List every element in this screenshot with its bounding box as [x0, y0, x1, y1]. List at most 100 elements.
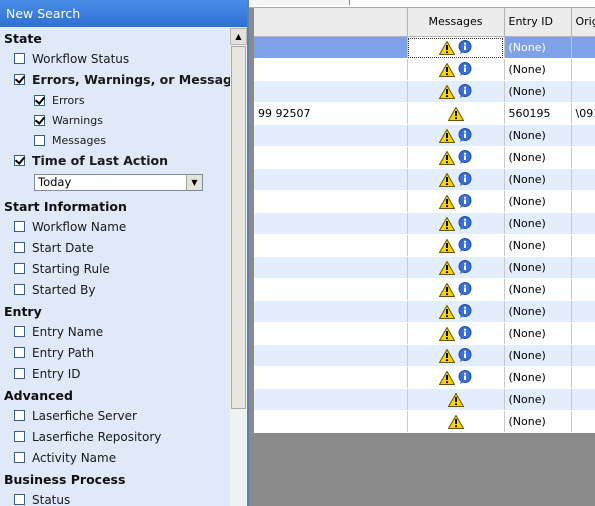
table-row[interactable]: (None) — [254, 410, 595, 433]
cell-orig — [571, 58, 595, 81]
time-range-select[interactable]: Today ▼ — [34, 174, 203, 191]
table-row[interactable]: (None) — [254, 300, 595, 323]
column-header-messages[interactable]: Messages — [407, 8, 505, 37]
table-row[interactable]: (None) — [254, 278, 595, 301]
cell-name — [254, 410, 408, 433]
table-row[interactable]: (None) — [254, 168, 595, 191]
cell-messages — [407, 410, 505, 433]
search-panel: New Search State Workflow Status Errors,… — [0, 0, 249, 506]
workflow-name-checkbox[interactable] — [14, 221, 25, 232]
entry-path-checkbox[interactable] — [14, 347, 25, 358]
table-row[interactable]: (None) — [254, 36, 595, 59]
table-row[interactable]: (None) — [254, 344, 595, 367]
scrollbar-thumb[interactable] — [231, 46, 246, 409]
cell-name — [254, 256, 408, 279]
column-header-orig[interactable]: Orig — [571, 8, 595, 37]
cell-orig — [571, 366, 595, 389]
option-start-date[interactable]: Start Date — [14, 240, 94, 256]
warning-icon — [447, 392, 464, 407]
option-messages[interactable]: Messages — [34, 133, 106, 149]
option-entry-id[interactable]: Entry ID — [14, 366, 81, 382]
cell-entry-id: (None) — [504, 168, 572, 191]
table-row[interactable]: (None) — [254, 190, 595, 213]
cell-orig — [571, 410, 595, 433]
table-row[interactable]: (None) — [254, 256, 595, 279]
option-started-by[interactable]: Started By — [14, 282, 95, 298]
table-row[interactable]: 99 92507 560195\091 — [254, 102, 595, 125]
option-warnings[interactable]: Warnings — [34, 113, 103, 129]
warning-icon — [438, 348, 455, 363]
laserfiche-repository-checkbox[interactable] — [14, 431, 25, 442]
activity-name-checkbox[interactable] — [14, 452, 25, 463]
table-row[interactable]: (None) — [254, 388, 595, 411]
tab-stub[interactable] — [249, 0, 350, 5]
cell-messages — [407, 234, 505, 257]
table-row[interactable]: (None) — [254, 366, 595, 389]
warning-icon — [447, 414, 464, 429]
info-icon — [458, 150, 471, 164]
scroll-up-arrow-icon[interactable]: ▲ — [230, 28, 247, 45]
warning-icon — [438, 370, 455, 385]
workflow-status-checkbox[interactable] — [14, 53, 25, 64]
table-row[interactable]: (None) — [254, 58, 595, 81]
column-header-entry-id[interactable]: Entry ID — [504, 8, 572, 37]
filter-scrollbar[interactable]: ▲ — [230, 28, 247, 506]
table-row[interactable]: (None) — [254, 80, 595, 103]
chevron-down-icon[interactable]: ▼ — [186, 175, 202, 190]
info-icon — [458, 172, 471, 186]
errors-checkbox[interactable] — [34, 94, 45, 106]
cell-orig — [571, 36, 595, 59]
info-icon — [458, 62, 471, 76]
started-by-checkbox[interactable] — [14, 284, 25, 295]
column-header-name[interactable] — [254, 8, 408, 37]
option-time-last-action[interactable]: Time of Last Action — [14, 153, 168, 169]
cell-name: 99 92507 — [254, 102, 408, 125]
cell-name — [254, 146, 408, 169]
messages-checkbox[interactable] — [34, 134, 45, 146]
results-grid: Messages Entry ID Orig (None)(None)(None… — [254, 8, 595, 433]
section-entry: Entry — [4, 304, 42, 319]
info-icon — [458, 40, 471, 54]
info-icon — [458, 84, 471, 98]
errors-warnings-messages-checkbox[interactable] — [14, 74, 25, 85]
table-row[interactable]: (None) — [254, 234, 595, 257]
option-errors-warnings-messages[interactable]: Errors, Warnings, or Messages — [14, 72, 230, 88]
entry-name-checkbox[interactable] — [14, 326, 25, 337]
cell-entry-id: (None) — [504, 300, 572, 323]
table-row[interactable]: (None) — [254, 146, 595, 169]
option-activity-name[interactable]: Activity Name — [14, 450, 116, 466]
starting-rule-checkbox[interactable] — [14, 263, 25, 274]
cell-messages — [407, 388, 505, 411]
table-row[interactable]: (None) — [254, 322, 595, 345]
option-laserfiche-server[interactable]: Laserfiche Server — [14, 408, 137, 424]
warnings-checkbox[interactable] — [34, 114, 45, 126]
option-entry-name[interactable]: Entry Name — [14, 324, 103, 340]
table-row[interactable]: (None) — [254, 124, 595, 147]
cell-name — [254, 190, 408, 213]
time-last-action-checkbox[interactable] — [14, 155, 25, 166]
table-row[interactable]: (None) — [254, 212, 595, 235]
status-checkbox[interactable] — [14, 494, 25, 505]
cell-name — [254, 168, 408, 191]
option-laserfiche-repository[interactable]: Laserfiche Repository — [14, 429, 161, 445]
info-icon — [458, 304, 471, 318]
option-workflow-name[interactable]: Workflow Name — [14, 219, 126, 235]
cell-messages — [407, 36, 505, 59]
cell-orig — [571, 278, 595, 301]
warning-icon — [438, 238, 455, 253]
laserfiche-server-checkbox[interactable] — [14, 410, 25, 421]
option-starting-rule[interactable]: Starting Rule — [14, 261, 110, 277]
cell-orig — [571, 388, 595, 411]
start-date-checkbox[interactable] — [14, 242, 25, 253]
section-advanced: Advanced — [4, 388, 73, 403]
cell-name — [254, 80, 408, 103]
option-workflow-status[interactable]: Workflow Status — [14, 51, 129, 67]
cell-name — [254, 234, 408, 257]
option-status[interactable]: Status — [14, 492, 70, 506]
option-errors[interactable]: Errors — [34, 93, 85, 109]
cell-entry-id: (None) — [504, 256, 572, 279]
entry-id-checkbox[interactable] — [14, 368, 25, 379]
cell-orig — [571, 190, 595, 213]
cell-entry-id: (None) — [504, 146, 572, 169]
option-entry-path[interactable]: Entry Path — [14, 345, 94, 361]
